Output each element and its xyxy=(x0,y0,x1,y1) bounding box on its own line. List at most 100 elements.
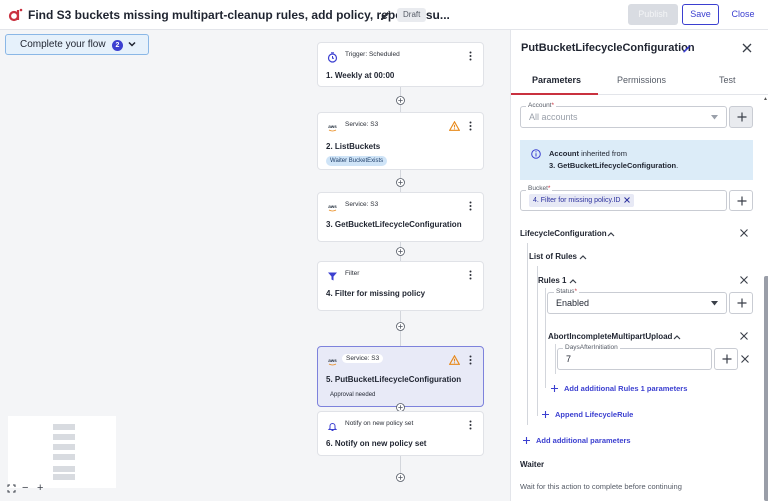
fit-view-icon[interactable] xyxy=(7,484,16,493)
plus-icon xyxy=(523,437,530,444)
node-name: 5. PutBucketLifecycleConfiguration xyxy=(326,375,462,384)
flow-node-1[interactable]: Trigger: Scheduled 1. Weekly at 00:00 xyxy=(317,42,484,87)
add-step-icon[interactable] xyxy=(396,178,405,187)
info-step-bold: 3. GetBucketLifecycleConfiguration xyxy=(549,161,677,170)
edit-step-name-icon[interactable] xyxy=(681,43,692,54)
remove-days-icon[interactable] xyxy=(741,355,749,363)
close-panel-icon[interactable] xyxy=(742,43,752,53)
kebab-menu-icon[interactable] xyxy=(469,121,472,131)
scroll-up-icon[interactable]: ▲ xyxy=(763,96,768,102)
remove-rule-icon[interactable] xyxy=(740,276,748,284)
plus-icon xyxy=(737,112,747,122)
dropdown-arrow-icon xyxy=(711,301,718,306)
add-step-icon[interactable] xyxy=(396,322,405,331)
days-value: 7 xyxy=(566,354,572,364)
waiter-heading: Waiter xyxy=(520,460,545,469)
node-name: 3. GetBucketLifecycleConfiguration xyxy=(326,220,462,229)
complete-flow-label: Complete your flow xyxy=(20,39,106,50)
svg-text:aws: aws xyxy=(328,124,337,129)
append-lifecycle-rule-link[interactable]: Append LifecycleRule xyxy=(555,410,633,419)
scrollbar-thumb[interactable] xyxy=(764,276,768,501)
clock-icon xyxy=(327,52,338,63)
kebab-menu-icon[interactable] xyxy=(469,270,472,280)
panel-title: PutBucketLifecycleConfiguration xyxy=(521,42,695,54)
edit-title-icon[interactable] xyxy=(378,8,392,22)
complete-flow-button[interactable]: Complete your flow 2 xyxy=(5,34,149,55)
status-label-text: Status xyxy=(556,288,575,295)
kebab-menu-icon[interactable] xyxy=(469,420,472,430)
waiter-chip: Waiter BucketExists xyxy=(326,156,388,166)
node-name: 6. Notify on new policy set xyxy=(326,439,427,448)
status-value: Enabled xyxy=(556,298,590,308)
flow-canvas[interactable]: Complete your flow 2 Trigger: Scheduled … xyxy=(0,30,510,501)
account-label-text: Account xyxy=(528,102,552,109)
tree-line xyxy=(527,243,528,425)
add-rules-parameters-link[interactable]: Add additional Rules 1 parameters xyxy=(564,384,687,393)
kebab-menu-icon[interactable] xyxy=(469,355,472,365)
bucket-add-button[interactable] xyxy=(729,190,753,211)
bucket-field[interactable]: 4. Filter for missing policy.ID xyxy=(520,190,727,211)
rules-1-heading[interactable]: Rules 1 xyxy=(538,276,566,285)
add-additional-parameters-link[interactable]: Add additional parameters xyxy=(536,436,631,445)
abort-multipart-heading[interactable]: AbortIncompleteMultipartUpload xyxy=(548,332,672,341)
bell-icon xyxy=(327,423,338,431)
dropdown-arrow-icon xyxy=(711,115,718,120)
app-logo-icon[interactable] xyxy=(7,7,23,23)
close-button[interactable]: Close xyxy=(726,4,760,25)
remove-lifecycle-icon[interactable] xyxy=(740,229,748,237)
account-select[interactable]: All accounts xyxy=(520,106,727,128)
plus-icon xyxy=(551,385,558,392)
chevron-down-icon xyxy=(128,41,136,47)
collapse-caret-icon[interactable] xyxy=(673,334,681,340)
save-button[interactable]: Save xyxy=(682,4,719,25)
node-name: 1. Weekly at 00:00 xyxy=(326,71,395,80)
top-bar: Find S3 buckets missing multipart-cleanu… xyxy=(0,0,768,30)
add-step-icon[interactable] xyxy=(396,247,405,256)
account-info-text: Account inherited from 3. GetBucketLifec… xyxy=(549,148,749,172)
collapse-caret-icon[interactable] xyxy=(579,254,587,260)
flow-node-3[interactable]: aws Service: S3 3. GetBucketLifecycleCon… xyxy=(317,192,484,242)
minimap-node xyxy=(53,444,75,450)
tab-test[interactable]: Test xyxy=(719,75,736,85)
node-service-label: Service: S3 xyxy=(342,354,384,363)
publish-button[interactable]: Publish xyxy=(628,4,678,25)
filter-icon xyxy=(328,272,337,281)
node-service-label: Service: S3 xyxy=(345,201,379,208)
flow-node-2[interactable]: aws Service: S3 2. ListBuckets Waiter Bu… xyxy=(317,112,484,170)
kebab-menu-icon[interactable] xyxy=(469,201,472,211)
days-add-button[interactable] xyxy=(714,348,738,370)
aws-icon: aws xyxy=(328,358,337,366)
status-label: Status* xyxy=(554,288,579,295)
status-badge: Draft xyxy=(397,8,427,22)
add-step-icon[interactable] xyxy=(396,473,405,482)
svg-text:aws: aws xyxy=(328,358,337,363)
bucket-label: Bucket* xyxy=(526,185,553,192)
flow-node-6[interactable]: Notify on new policy set 6. Notify on ne… xyxy=(317,411,484,456)
collapse-caret-icon[interactable] xyxy=(607,231,615,237)
status-add-button[interactable] xyxy=(729,292,753,314)
flow-node-5[interactable]: aws Service: S3 5. PutBucketLifecycleCon… xyxy=(317,346,484,407)
step-config-panel: PutBucketLifecycleConfiguration Paramete… xyxy=(510,30,768,501)
remove-tag-icon[interactable] xyxy=(624,197,631,203)
collapse-caret-icon[interactable] xyxy=(569,278,577,284)
minimap-node xyxy=(53,466,75,472)
zoom-in-button[interactable]: + xyxy=(37,482,43,494)
lifecycle-config-heading[interactable]: LifecycleConfiguration xyxy=(520,229,607,238)
minimap[interactable] xyxy=(8,416,116,488)
plus-icon xyxy=(542,411,549,418)
remove-abort-icon[interactable] xyxy=(740,332,748,340)
days-after-initiation-input[interactable]: 7 xyxy=(557,348,712,370)
tab-parameters[interactable]: Parameters xyxy=(532,75,581,85)
tab-permissions[interactable]: Permissions xyxy=(617,75,666,85)
kebab-menu-icon[interactable] xyxy=(469,51,472,61)
zoom-out-button[interactable]: − xyxy=(22,482,28,494)
add-step-icon[interactable] xyxy=(396,96,405,105)
account-info-box: Account inherited from 3. GetBucketLifec… xyxy=(520,140,753,180)
account-placeholder: All accounts xyxy=(529,112,578,122)
flow-node-4[interactable]: Filter 4. Filter for missing policy xyxy=(317,261,484,311)
tree-line xyxy=(545,288,546,388)
list-of-rules-heading[interactable]: List of Rules xyxy=(529,252,577,261)
status-select[interactable]: Enabled xyxy=(547,292,727,314)
node-name: 4. Filter for missing policy xyxy=(326,289,426,298)
account-add-button[interactable] xyxy=(729,106,753,128)
